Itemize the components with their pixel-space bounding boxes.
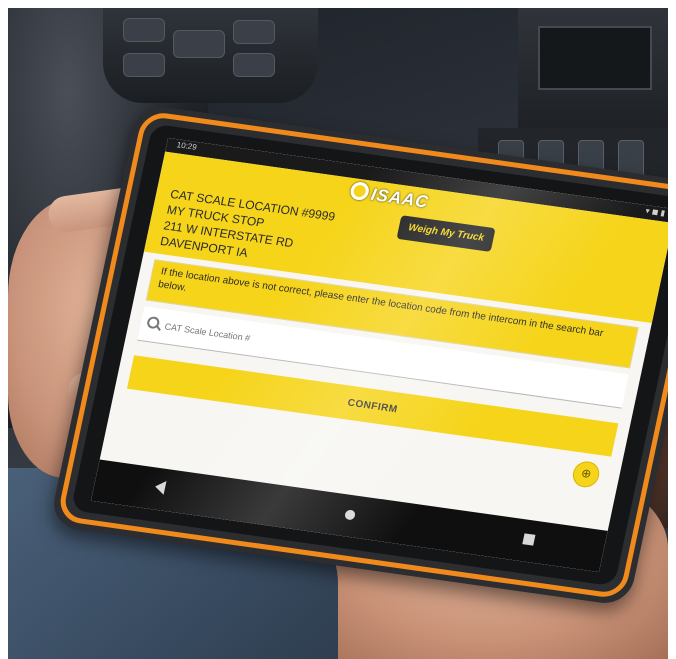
home-icon[interactable] xyxy=(343,509,356,521)
status-time: 10:29 xyxy=(175,140,198,152)
radio-screen xyxy=(538,26,652,90)
wheel-button xyxy=(233,53,275,77)
tablet: 10:29 ▾ ◼ ▮ ISAAC CAT SCALE LOCATION #99… xyxy=(49,103,668,607)
photo: 10:29 ▾ ◼ ▮ ISAAC CAT SCALE LOCATION #99… xyxy=(8,8,668,659)
search-icon xyxy=(146,315,161,330)
weigh-my-truck-logo: Weigh My Truck xyxy=(396,215,496,252)
isaac-logo-icon xyxy=(348,181,371,202)
isaac-logo-text: ISAAC xyxy=(369,184,431,212)
recent-apps-icon[interactable] xyxy=(522,533,536,546)
wheel-button xyxy=(123,18,165,42)
back-icon[interactable] xyxy=(153,479,167,495)
wheel-button xyxy=(233,20,275,44)
wheel-button xyxy=(123,53,165,77)
wheel-button xyxy=(173,30,225,58)
tablet-screen: 10:29 ▾ ◼ ▮ ISAAC CAT SCALE LOCATION #99… xyxy=(90,137,668,573)
target-icon[interactable]: ⊕ xyxy=(570,459,602,489)
steering-wheel xyxy=(103,8,318,103)
status-icons: ▾ ◼ ▮ xyxy=(644,206,666,218)
